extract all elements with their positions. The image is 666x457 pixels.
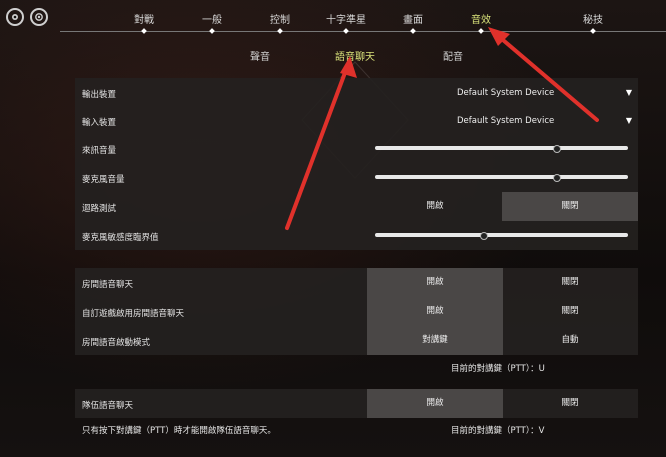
tab-general[interactable]: 一般 — [202, 11, 222, 26]
team-ptt-note: 只有按下對講鍵（PTT）時才能開啟隊伍語音聊天。 — [82, 426, 276, 436]
input-device-value: Default System Device — [457, 116, 555, 126]
top-icon-group — [6, 8, 48, 26]
input-device-label: 輸入裝置 — [82, 118, 117, 128]
mic-volume-track — [375, 175, 628, 179]
incoming-volume-track — [375, 146, 628, 150]
subtab-voice-over[interactable]: 配音 — [443, 48, 463, 63]
team-voice-row: 隊伍語音聊天 開啟 關閉 — [75, 389, 638, 418]
party-voice-on-option[interactable]: 開啟 — [367, 268, 503, 297]
incoming-volume-slider[interactable] — [375, 141, 628, 155]
output-device-dropdown[interactable]: Default System Device ▼ — [367, 78, 638, 107]
team-voice-label: 隊伍語音聊天 — [82, 401, 134, 411]
mic-threshold-slider[interactable] — [375, 228, 628, 242]
party-voice-label: 房間語音聊天 — [82, 280, 134, 290]
tab-combat[interactable]: 對戰 — [134, 11, 154, 26]
mic-volume-slider[interactable] — [375, 170, 628, 184]
custom-game-voice-row: 自訂遊戲啟用房間語音聊天 開啟 關閉 — [75, 297, 638, 326]
team-voice-off-option[interactable]: 關閉 — [502, 389, 638, 418]
subtab-sounds[interactable]: 聲音 — [250, 48, 270, 63]
mic-volume-label: 麥克風音量 — [82, 175, 125, 185]
mic-threshold-track — [375, 233, 628, 237]
team-current-ptt: 目前的對講鍵（PTT）：V — [451, 426, 545, 436]
output-device-row: 輸出裝置 Default System Device ▼ — [75, 78, 638, 107]
party-voice-panel: 房間語音聊天 開啟 關閉 自訂遊戲啟用房間語音聊天 開啟 關閉 房間語音啟動模式… — [75, 268, 638, 355]
party-voice-row: 房間語音聊天 開啟 關閉 — [75, 268, 638, 297]
input-device-dropdown[interactable]: Default System Device ▼ — [367, 106, 638, 135]
activation-mode-label: 房間語音啟動模式 — [82, 338, 151, 348]
custom-game-voice-off-option[interactable]: 關閉 — [502, 297, 638, 326]
loopback-label: 迴路測試 — [82, 204, 117, 214]
tab-video[interactable]: 畫面 — [403, 11, 423, 26]
mic-threshold-handle[interactable] — [479, 232, 488, 240]
party-voice-off-option[interactable]: 關閉 — [502, 268, 638, 297]
chevron-down-icon: ▼ — [625, 88, 632, 97]
loopback-row: 迴路測試 開啟 關閉 — [75, 192, 638, 221]
tab-audio[interactable]: 音效 — [471, 11, 491, 26]
mic-threshold-row: 麥克風敏感度臨界值 — [75, 221, 638, 250]
custom-game-voice-label: 自訂遊戲啟用房間語音聊天 — [82, 309, 185, 319]
profile-badge-icon-glyph — [35, 13, 43, 21]
party-current-ptt: 目前的對講鍵（PTT）：U — [451, 364, 545, 374]
tab-cheats[interactable]: 秘技 — [583, 11, 603, 26]
mic-volume-row: 麥克風音量 — [75, 163, 638, 192]
settings-gear-icon[interactable] — [6, 8, 24, 26]
mic-volume-handle[interactable] — [553, 174, 562, 182]
activation-mode-row: 房間語音啟動模式 對講鍵 自動 — [75, 326, 638, 355]
activation-ptt-option[interactable]: 對講鍵 — [367, 326, 503, 355]
incoming-volume-label: 來訊音量 — [82, 146, 117, 156]
output-device-label: 輸出裝置 — [82, 90, 117, 100]
team-voice-panel: 隊伍語音聊天 開啟 關閉 — [75, 389, 638, 418]
chevron-down-icon: ▼ — [625, 116, 632, 125]
tab-controls[interactable]: 控制 — [270, 11, 290, 26]
nav-underline — [60, 31, 666, 32]
input-device-row: 輸入裝置 Default System Device ▼ — [75, 106, 638, 135]
device-settings-panel: 輸出裝置 Default System Device ▼ 輸入裝置 Defaul… — [75, 78, 638, 250]
loopback-on-option[interactable]: 開啟 — [367, 192, 503, 221]
tab-crosshair[interactable]: 十字準星 — [326, 11, 366, 26]
custom-game-voice-on-option[interactable]: 開啟 — [367, 297, 503, 326]
activation-auto-option[interactable]: 自動 — [502, 326, 638, 355]
profile-badge-icon[interactable] — [30, 8, 48, 26]
incoming-volume-row: 來訊音量 — [75, 134, 638, 163]
loopback-off-option[interactable]: 關閉 — [502, 192, 638, 221]
mic-threshold-label: 麥克風敏感度臨界值 — [82, 233, 159, 243]
settings-gear-icon-glyph — [12, 14, 18, 20]
incoming-volume-handle[interactable] — [553, 145, 562, 153]
output-device-value: Default System Device — [457, 88, 555, 98]
team-voice-on-option[interactable]: 開啟 — [367, 389, 503, 418]
